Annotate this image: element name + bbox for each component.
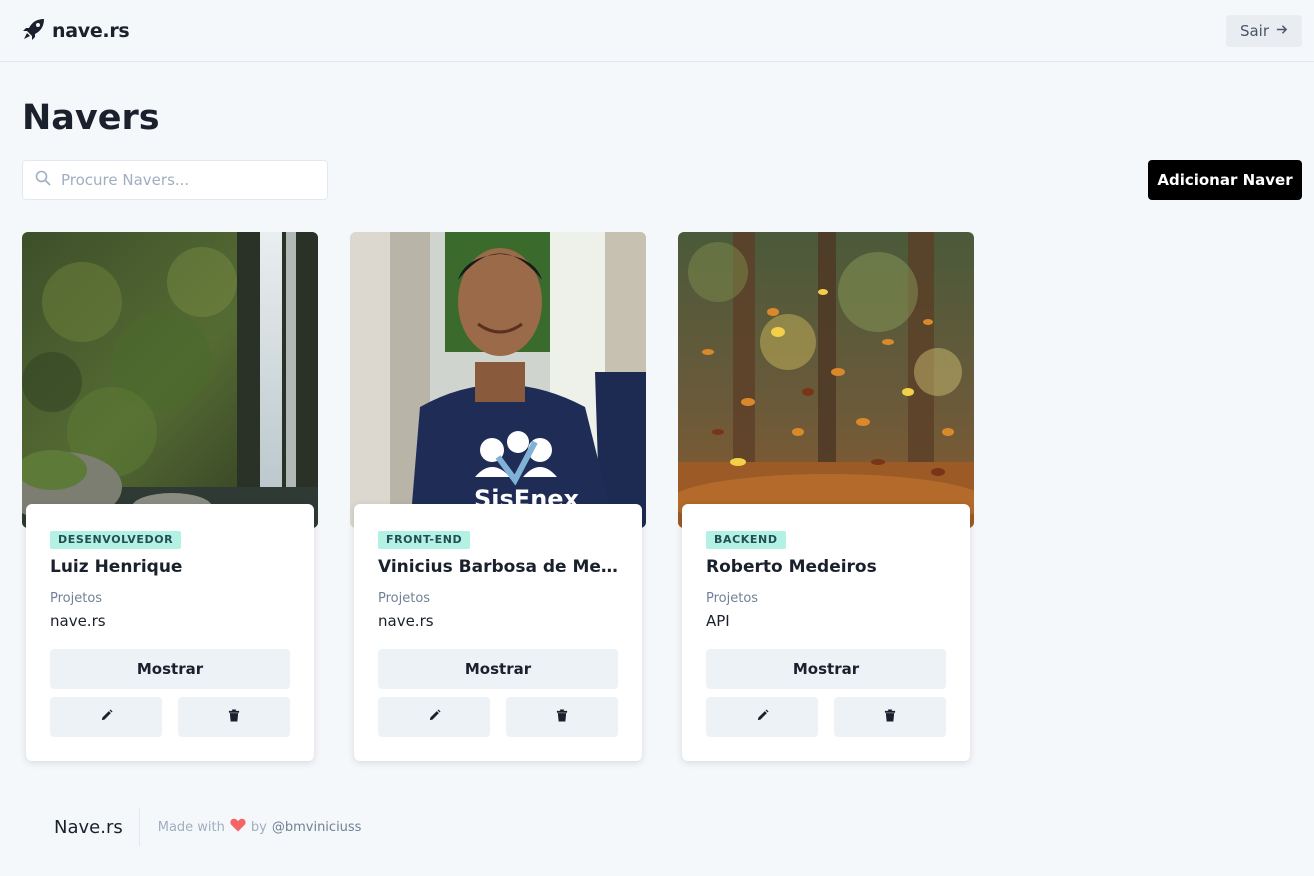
delete-button[interactable] <box>834 697 946 737</box>
card-info: BACKEND Roberto Medeiros Projetos API Mo… <box>682 504 970 761</box>
show-button[interactable]: Mostrar <box>378 649 618 689</box>
naver-name: Roberto Medeiros <box>706 557 877 577</box>
role-badge: FRONT-END <box>378 531 471 549</box>
brand-name: nave.rs <box>52 19 130 42</box>
show-button[interactable]: Mostrar <box>50 649 290 689</box>
projects-label: Projetos <box>378 591 431 606</box>
trash-icon <box>228 709 240 725</box>
projects-label: Projetos <box>50 591 103 606</box>
projects-value: nave.rs <box>378 612 434 630</box>
portrait-photo: SisEnex <box>350 232 646 528</box>
search-input[interactable] <box>61 171 311 189</box>
pencil-icon <box>756 709 769 725</box>
top-bar: nave.rs Sair <box>0 0 1314 62</box>
delete-button[interactable] <box>178 697 290 737</box>
delete-button[interactable] <box>506 697 618 737</box>
waterfall-photo <box>22 232 318 528</box>
card-info: DESENVOLVEDOR Luiz Henrique Projetos nav… <box>26 504 314 761</box>
pencil-icon <box>428 709 441 725</box>
role-badge: DESENVOLVEDOR <box>50 531 182 549</box>
naver-card: DESENVOLVEDOR Luiz Henrique Projetos nav… <box>22 232 318 762</box>
card-info: FRONT-END Vinicius Barbosa de Medeiros P… <box>354 504 642 761</box>
logout-label: Sair <box>1239 21 1269 40</box>
naver-name: Luiz Henrique <box>50 557 183 577</box>
footer: Nave.rs Made with by @bmviniciuss <box>54 808 361 846</box>
naver-card: SisEnex FRONT-END Vinicius Barbosa de Me… <box>350 232 646 762</box>
add-naver-button[interactable]: Adicionar Naver <box>1148 160 1302 200</box>
projects-label: Projetos <box>706 591 759 606</box>
pencil-icon <box>100 709 113 725</box>
by-text: by <box>250 819 267 835</box>
trash-icon <box>556 709 568 725</box>
footer-brand: Nave.rs <box>54 816 123 838</box>
author-link[interactable]: @bmviniciuss <box>272 820 362 835</box>
edit-button[interactable] <box>50 697 162 737</box>
footer-divider <box>138 808 140 846</box>
heart-icon <box>230 818 246 836</box>
edit-button[interactable] <box>706 697 818 737</box>
autumn-leaves-photo <box>678 232 974 528</box>
search-icon <box>35 170 51 190</box>
naver-card: BACKEND Roberto Medeiros Projetos API Mo… <box>678 232 974 762</box>
footer-credit: Made with by @bmviniciuss <box>157 818 362 836</box>
projects-value: nave.rs <box>50 612 106 630</box>
made-with-text: Made with <box>157 819 225 835</box>
edit-button[interactable] <box>378 697 490 737</box>
page-title: Navers <box>22 98 160 138</box>
trash-icon <box>884 709 896 725</box>
rocket-icon <box>22 17 46 45</box>
projects-value: API <box>706 612 730 630</box>
arrow-right-icon <box>1275 22 1288 40</box>
logout-button[interactable]: Sair <box>1225 14 1302 47</box>
search-box[interactable] <box>22 160 328 200</box>
role-badge: BACKEND <box>706 531 786 549</box>
brand-logo[interactable]: nave.rs <box>22 17 130 45</box>
show-button[interactable]: Mostrar <box>706 649 946 689</box>
naver-name: Vinicius Barbosa de Medeiros <box>378 557 618 577</box>
